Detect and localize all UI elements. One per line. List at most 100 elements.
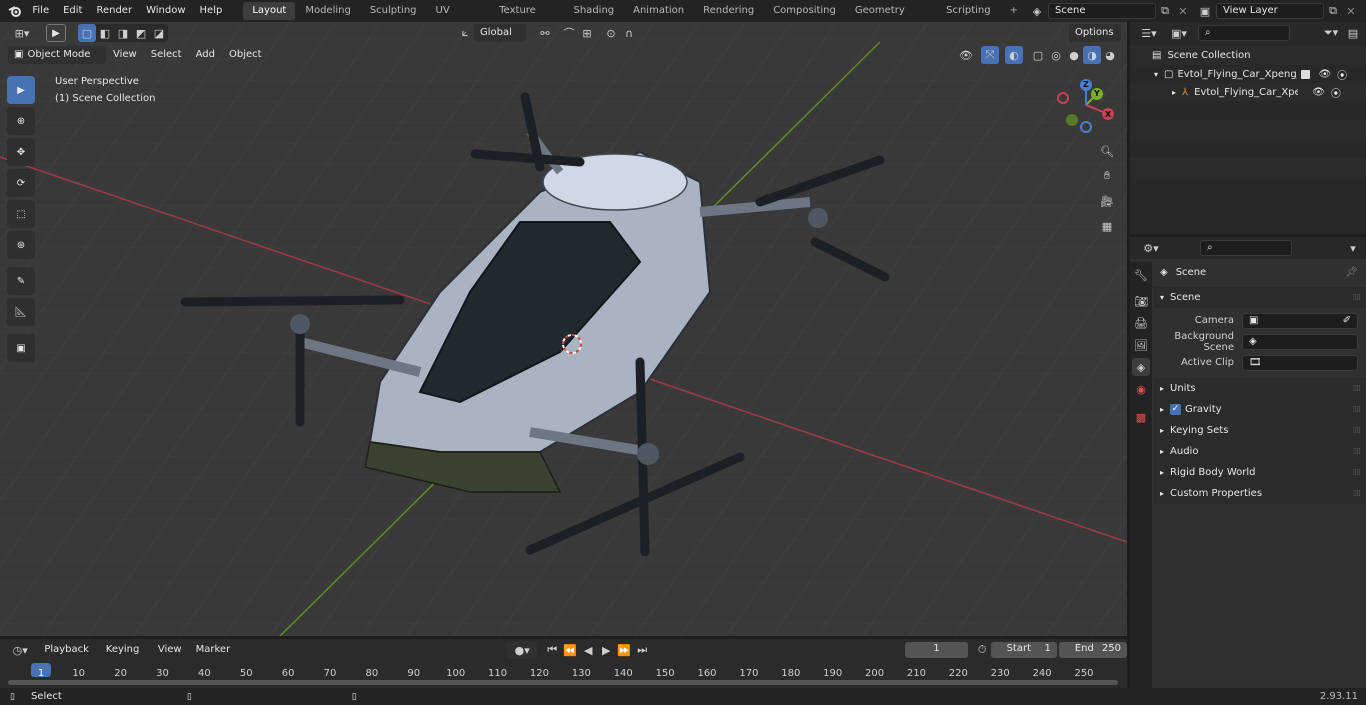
select-mode-active[interactable]: ▶ — [46, 24, 66, 42]
panel-gravity[interactable]: ▸ ✓ Gravity ⁞⁞⁞⁞ — [1154, 399, 1366, 420]
panel-audio[interactable]: ▸ Audio ⁞⁞⁞⁞ — [1154, 441, 1366, 462]
timeline-menu-view[interactable]: View — [151, 639, 189, 661]
panel-custom-properties[interactable]: ▸ Custom Properties ⁞⁞⁞⁞ — [1154, 483, 1366, 504]
scene-type-icon[interactable]: ◈ — [1028, 2, 1046, 20]
tab-shading[interactable]: Shading — [565, 2, 624, 20]
pivot-icon[interactable]: ⚯ — [536, 24, 554, 42]
scene-tab-icon[interactable]: ◈ — [1132, 358, 1150, 376]
jump-start-icon[interactable]: ⏮ — [543, 641, 561, 659]
menu-edit[interactable]: Edit — [56, 0, 89, 22]
panel-keying-sets[interactable]: ▸ Keying Sets ⁞⁞⁞⁞ — [1154, 420, 1366, 441]
tab-uv-editing[interactable]: UV Editing — [427, 2, 490, 34]
panel-units[interactable]: ▸ Units ⁞⁞⁞⁞ — [1154, 378, 1366, 399]
select-extend-icon[interactable]: ◧ — [96, 24, 114, 42]
texture-tab-icon[interactable]: ▩ — [1132, 408, 1150, 426]
select-new-icon[interactable]: ▢ — [78, 24, 96, 42]
menu-window[interactable]: Window — [139, 0, 192, 22]
camera-icon[interactable]: ⦿ — [1331, 85, 1341, 100]
current-frame-field[interactable]: 1 — [905, 642, 968, 658]
viewport-menu-add[interactable]: Add — [189, 44, 222, 66]
measure-tool-icon[interactable]: 📐︎ — [7, 298, 35, 326]
menu-help[interactable]: Help — [193, 0, 230, 22]
output-tab-icon[interactable]: 🖨︎ — [1132, 314, 1150, 332]
outliner-row-collection[interactable]: ▾ ▢ Evtol_Flying_Car_Xpeng_X2_I 👁︎ ⦿ — [1130, 65, 1366, 83]
gizmo-toggle-icon[interactable]: ⤧ — [981, 46, 999, 64]
timeline-editor-icon[interactable]: ◷▾ — [8, 641, 32, 659]
snap-target-icon[interactable]: ⊞ — [578, 24, 596, 42]
prev-keyframe-icon[interactable]: ⏪ — [561, 641, 579, 659]
eye-icon[interactable]: 👁︎ — [1318, 69, 1331, 80]
panel-grip[interactable]: ⁞⁞⁞⁞ — [1353, 468, 1362, 478]
outliner-editor-icon[interactable]: ☰▾ — [1136, 24, 1162, 42]
filter-icon[interactable]: ⏷▾ — [1318, 24, 1344, 42]
select-invert-icon[interactable]: ◩ — [132, 24, 150, 42]
new-collection-icon[interactable]: ▤ — [1344, 24, 1362, 42]
record-icon[interactable]: ●▾ — [507, 641, 538, 659]
background-scene-field[interactable]: ◈ — [1242, 333, 1358, 350]
solid-shading-icon[interactable]: ● — [1065, 46, 1083, 64]
tool-tab-icon[interactable]: 🔧︎ — [1132, 266, 1150, 284]
keying-menu[interactable]: Keying ▾ — [100, 641, 151, 673]
viewport-menu-select[interactable]: Select — [144, 44, 189, 66]
xray-icon[interactable]: ▢ — [1029, 46, 1047, 64]
panel-rigid-body-world[interactable]: ▸ Rigid Body World ⁞⁞⁞⁞ — [1154, 462, 1366, 483]
gravity-checkbox[interactable]: ✓ — [1170, 404, 1182, 415]
tab-sculpting[interactable]: Sculpting — [361, 2, 426, 20]
add-workspace-button[interactable]: + — [1001, 2, 1027, 20]
outliner-search-input[interactable]: ⌕ — [1198, 25, 1290, 41]
select-subtract-icon[interactable]: ◨ — [114, 24, 132, 42]
select-intersect-icon[interactable]: ◪ — [150, 24, 168, 42]
timeline-scrollbar[interactable] — [8, 680, 1118, 685]
material-shading-icon[interactable]: ◑ — [1083, 46, 1101, 64]
close-view-layer-icon[interactable]: ✕ — [1342, 2, 1360, 20]
properties-options-icon[interactable]: ▾ — [1344, 239, 1362, 257]
transform-tool-icon[interactable]: ⊛ — [7, 231, 35, 259]
viewport-menu-view[interactable]: View — [106, 44, 144, 66]
panel-grip[interactable]: ⁞⁞⁞⁞ — [1353, 489, 1362, 499]
cursor-tool-icon[interactable]: ⊕ — [7, 107, 35, 135]
panel-grip[interactable]: ⁞⁞⁞⁞ — [1353, 384, 1362, 394]
eyedropper-icon[interactable]: ✐ — [1343, 314, 1351, 328]
menu-render[interactable]: Render — [89, 0, 139, 22]
playback-menu[interactable]: Playback ▾ — [38, 641, 99, 673]
end-frame-field[interactable]: End 250 — [1058, 642, 1127, 658]
jump-end-icon[interactable]: ⏭ — [633, 641, 651, 659]
tab-animation[interactable]: Animation — [624, 2, 693, 20]
outliner-row-scene-collection[interactable]: ▤ Scene Collection — [1130, 46, 1366, 65]
visibility-icon[interactable]: 👁︎ — [957, 46, 975, 64]
tab-layout[interactable]: Layout — [243, 2, 296, 20]
outliner-row-object[interactable]: ▸ ⅄ Evtol_Flying_Car_Xpeng_ 👁︎ ⦿ — [1130, 83, 1366, 101]
expand-icon[interactable]: ▸ — [1172, 88, 1176, 97]
view-layer-tab-icon[interactable]: 🖼︎ — [1132, 336, 1150, 354]
options-dropdown[interactable]: Options — [1069, 24, 1121, 42]
blender-logo-icon[interactable] — [6, 2, 23, 20]
snap-icon[interactable]: ⌒ — [560, 24, 578, 42]
menu-file[interactable]: File — [25, 0, 56, 22]
new-scene-icon[interactable]: ⧉ — [1156, 2, 1174, 20]
editor-type-icon[interactable]: ⊞▾ — [8, 24, 36, 42]
tab-geometry-nodes[interactable]: Geometry Nodes — [846, 2, 936, 34]
tab-scripting[interactable]: Scripting — [937, 2, 999, 20]
next-keyframe-icon[interactable]: ⏩ — [615, 641, 633, 659]
new-view-layer-icon[interactable]: ⧉ — [1324, 2, 1342, 20]
close-scene-icon[interactable]: ✕ — [1174, 2, 1192, 20]
timeline-menu-marker[interactable]: Marker — [189, 639, 238, 661]
scale-tool-icon[interactable]: ⬚ — [7, 200, 35, 228]
panel-grip[interactable]: ⁞⁞⁞⁞ — [1353, 293, 1362, 303]
3d-viewport[interactable]: Y Z X 🔍︎ ✋︎ 🎥︎ ▦ User Perspective (1) Sc… — [0, 22, 1127, 636]
pan-hand-icon[interactable]: ✋︎ — [1098, 167, 1116, 185]
overlay-toggle-icon[interactable]: ◐ — [1005, 46, 1023, 64]
panel-grip[interactable]: ⁞⁞⁞⁞ — [1353, 447, 1362, 457]
world-tab-icon[interactable]: ◉ — [1132, 380, 1150, 398]
falloff-icon[interactable]: ∩ — [620, 24, 638, 42]
pin-icon[interactable]: 📌︎ — [1345, 267, 1358, 278]
exclude-checkbox[interactable] — [1301, 69, 1311, 79]
add-cube-tool-icon[interactable]: ▣ — [7, 334, 35, 362]
camera-icon[interactable]: ⦿ — [1337, 67, 1347, 82]
panel-grip[interactable]: ⁞⁞⁞⁞ — [1353, 405, 1362, 415]
camera-field[interactable]: ▣ ✐ — [1242, 312, 1358, 329]
object-mode-dropdown[interactable]: ▣ Object Mode — [8, 46, 106, 64]
wireframe-shading-icon[interactable]: ◎ — [1047, 46, 1065, 64]
tab-modeling[interactable]: Modeling — [296, 2, 360, 20]
active-clip-field[interactable]: 🎞︎ — [1242, 354, 1358, 371]
